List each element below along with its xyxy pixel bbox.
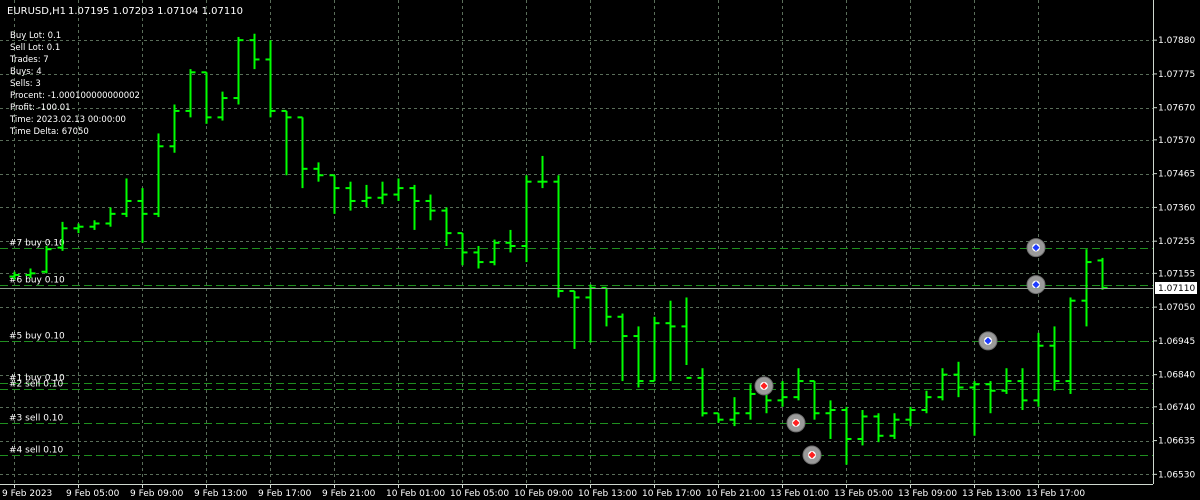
x-tick-label: 10 Feb 09:00: [514, 489, 573, 499]
sell-marker-icon: [786, 413, 806, 433]
current-price-text: 1.07110: [1158, 284, 1195, 294]
y-tick-label: 1.07880: [1158, 36, 1195, 46]
order-label: #4 sell 0.10: [9, 446, 64, 456]
order-label: #6 buy 0.10: [9, 276, 65, 286]
info-line: Trades: 7: [9, 55, 49, 65]
x-tick-label: 13 Feb 05:00: [834, 489, 893, 499]
sell-marker-icon: [802, 445, 822, 465]
y-tick-label: 1.07050: [1158, 303, 1195, 313]
order-label: #3 sell 0.10: [9, 414, 64, 424]
info-line: Sells: 3: [10, 79, 41, 89]
order-label: #7 buy 0.10: [9, 239, 65, 249]
y-tick-label: 1.06530: [1158, 470, 1195, 480]
info-line: Buys: 4: [10, 67, 42, 77]
y-tick-label: 1.06840: [1158, 371, 1195, 381]
chart-symbol: EURUSD,H1: [7, 6, 66, 17]
x-tick-label: 13 Feb 17:00: [1026, 489, 1085, 499]
x-tick-label: 9 Feb 09:00: [130, 489, 184, 499]
y-tick-label: 1.07360: [1158, 203, 1195, 213]
info-line: Profit: -100.01: [10, 103, 71, 113]
y-tick-label: 1.07570: [1158, 136, 1195, 146]
x-tick-label: 10 Feb 17:00: [642, 489, 701, 499]
y-tick-label: 1.07775: [1158, 70, 1195, 80]
y-tick-label: 1.06740: [1158, 403, 1195, 413]
x-tick-label: 13 Feb 13:00: [962, 489, 1021, 499]
x-tick-label: 10 Feb 13:00: [578, 489, 637, 499]
y-tick-label: 1.07255: [1158, 237, 1195, 247]
x-tick-label: 9 Feb 2023: [2, 489, 52, 499]
x-tick-label: 9 Feb 13:00: [194, 489, 248, 499]
price-chart[interactable]: #7 buy 0.10#6 buy 0.10#5 buy 0.10#1 buy …: [0, 0, 1200, 500]
y-tick-label: 1.06945: [1158, 337, 1195, 347]
info-line: Sell Lot: 0.1: [10, 43, 60, 53]
y-tick-label: 1.06635: [1158, 437, 1195, 447]
info-line: Time: 2023.02.13 00:00:00: [9, 115, 126, 125]
y-tick-label: 1.07465: [1158, 170, 1195, 180]
x-tick-label: 10 Feb 05:00: [450, 489, 509, 499]
info-line: Buy Lot: 0.1: [10, 31, 61, 41]
info-line: Time Delta: 67050: [9, 127, 89, 137]
order-label: #2 sell 0.10: [9, 380, 64, 390]
x-tick-label: 10 Feb 01:00: [386, 489, 445, 499]
x-tick-label: 13 Feb 09:00: [898, 489, 957, 499]
buy-marker-icon: [1026, 238, 1046, 258]
sell-marker-icon: [754, 376, 774, 396]
order-label: #5 buy 0.10: [9, 332, 65, 342]
x-tick-label: 9 Feb 21:00: [322, 489, 376, 499]
x-tick-label: 13 Feb 01:00: [770, 489, 829, 499]
y-tick-label: 1.07670: [1158, 104, 1195, 114]
buy-marker-icon: [978, 331, 998, 351]
y-tick-label: 1.07155: [1158, 269, 1195, 279]
chart-ohlc: 1.07195 1.07203 1.07104 1.07110: [68, 6, 243, 17]
x-tick-label: 9 Feb 05:00: [66, 489, 120, 499]
x-tick-label: 9 Feb 17:00: [258, 489, 312, 499]
buy-marker-icon: [1026, 275, 1046, 295]
x-tick-label: 10 Feb 21:00: [706, 489, 765, 499]
info-line: Procent: -1.000100000000002: [10, 91, 140, 101]
